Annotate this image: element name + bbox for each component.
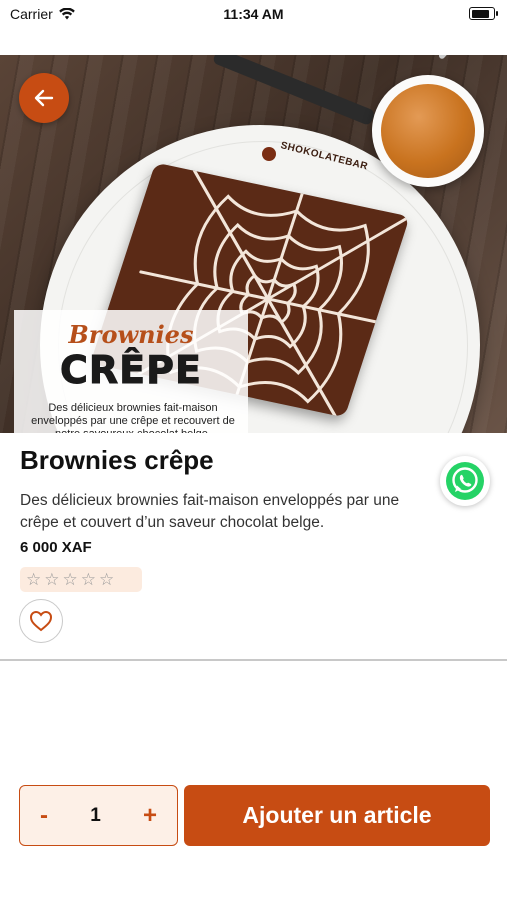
promo-overlay: Brownies CRÊPE Des délicieux brownies fa… [14,310,248,433]
star-icon[interactable]: ☆ [99,571,114,588]
back-button[interactable] [19,73,69,123]
product-title: Brownies crêpe [20,445,214,475]
favorite-button[interactable] [19,599,63,643]
product-description: Des délicieux brownies fait-maison envel… [20,492,400,531]
star-icon[interactable]: ☆ [26,571,41,588]
promo-main-title: CRÊPE [60,348,202,393]
caramel-sauce [381,84,475,178]
quantity-stepper: - 1 + [19,785,178,846]
product-image: SHOKOLATEBAR Brownies CRÊPE Des délicieu… [0,55,507,433]
whatsapp-button[interactable] [440,456,490,506]
quantity-value: 1 [90,804,101,826]
product-price: 6 000 XAF [20,539,92,556]
heart-outline-icon [29,610,53,632]
status-bar: Carrier 11:34 AM [0,0,507,30]
star-icon[interactable]: ☆ [63,571,78,588]
star-icon[interactable]: ☆ [81,571,96,588]
arrow-left-icon [34,89,54,107]
rating-stars[interactable]: ☆ ☆ ☆ ☆ ☆ [20,567,142,592]
add-to-cart-button[interactable]: Ajouter un article [184,785,490,846]
promo-description: Des délicieux brownies fait-maison envel… [31,402,235,433]
whatsapp-icon [446,462,484,500]
decrease-quantity-button[interactable]: - [40,802,48,830]
battery-icon [469,7,498,20]
increase-quantity-button[interactable]: + [143,802,157,830]
status-time: 11:34 AM [223,6,284,22]
promo-script-title: Brownies [68,320,194,349]
battery-fill [471,9,489,18]
star-icon[interactable]: ☆ [44,571,59,588]
divider [0,659,507,661]
